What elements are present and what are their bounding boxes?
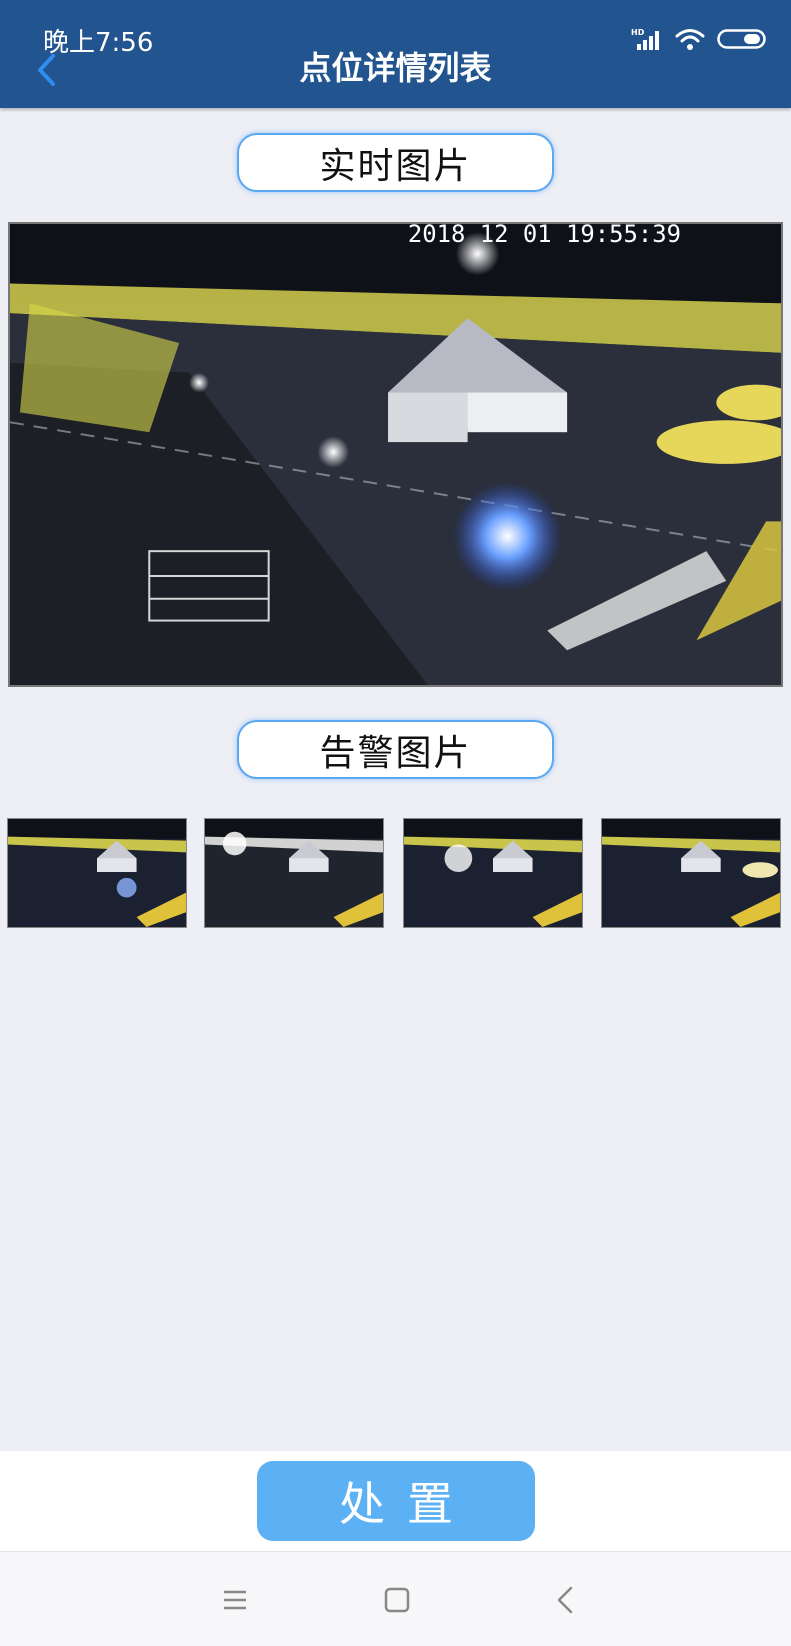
- action-area: 处置: [0, 1451, 791, 1551]
- back-chevron-icon: [556, 1586, 574, 1618]
- alarm-thumbnail[interactable]: [204, 818, 384, 928]
- handle-button[interactable]: 处置: [257, 1461, 535, 1541]
- alarm-thumbnail[interactable]: [601, 818, 781, 928]
- alarm-thumbnail[interactable]: [7, 818, 187, 928]
- system-nav-bar: [0, 1551, 791, 1646]
- nav-home-button[interactable]: [377, 1582, 417, 1622]
- alarm-image-tab[interactable]: 告警图片: [237, 720, 554, 779]
- realtime-image-tab[interactable]: 实时图片: [237, 133, 554, 192]
- page-title: 点位详情列表: [299, 49, 492, 87]
- menu-icon: [222, 1588, 248, 1616]
- nav-back-button[interactable]: [545, 1582, 585, 1622]
- alarm-thumbnail[interactable]: [403, 818, 583, 928]
- app-header: 晚上7:56 HD 点位详情列表: [0, 0, 791, 108]
- home-square-icon: [384, 1587, 410, 1617]
- realtime-camera-image[interactable]: 2018 12 01 19:55:39: [8, 222, 783, 687]
- svg-text:HD: HD: [631, 28, 645, 37]
- camera-timestamp: 2018 12 01 19:55:39: [408, 224, 681, 248]
- nav-menu-button[interactable]: [215, 1582, 255, 1622]
